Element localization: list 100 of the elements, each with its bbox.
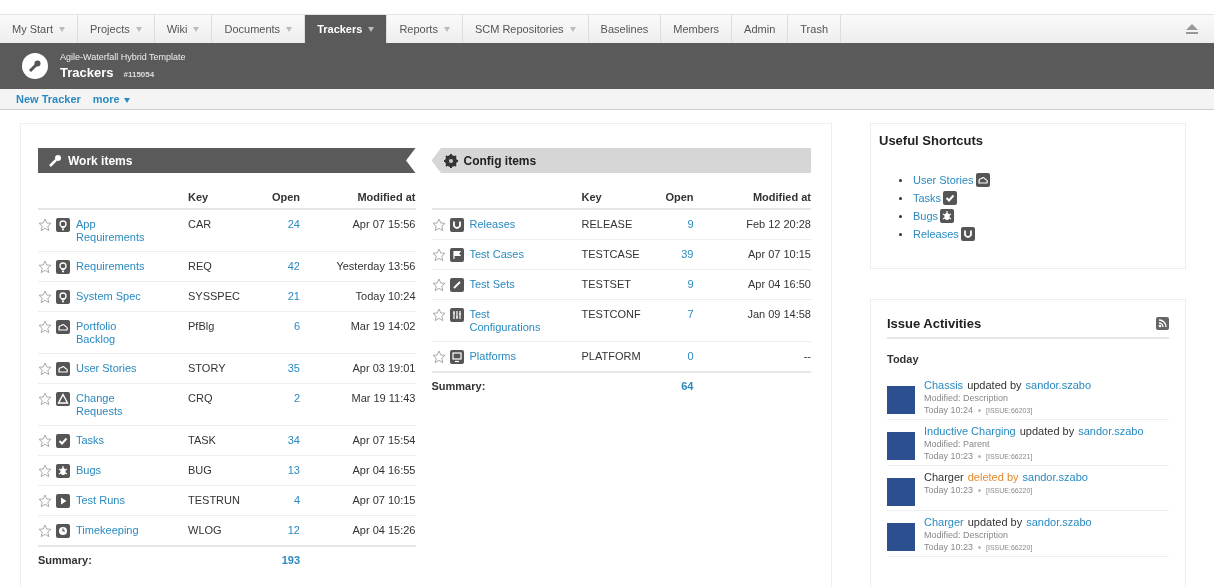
column-header: Open	[271, 191, 300, 203]
tracker-link[interactable]: Test Runs	[74, 494, 148, 507]
user-link[interactable]: sandor.szabo	[1025, 379, 1091, 391]
release-icon	[449, 218, 464, 232]
tracker-link[interactable]: User Stories	[74, 362, 148, 375]
star-icon[interactable]	[431, 308, 446, 322]
separator-dot	[978, 454, 982, 458]
action-link[interactable]: more	[92, 93, 130, 105]
tracker-link[interactable]: Platforms	[467, 350, 542, 363]
star-icon[interactable]	[38, 290, 52, 304]
shortcut-link[interactable]: Tasks	[913, 192, 942, 204]
tracker-link[interactable]: Requirements	[74, 260, 148, 273]
eject-icon[interactable]	[1186, 24, 1198, 34]
tracker-link[interactable]: Change Requests	[74, 392, 148, 418]
action-text: updated by	[967, 379, 1022, 391]
tracker-key: SYSSPEC	[188, 290, 240, 302]
open-count-link[interactable]: 24	[287, 218, 300, 230]
star-icon[interactable]	[38, 392, 52, 406]
action-link[interactable]: New Tracker	[16, 93, 81, 105]
open-count-link[interactable]: 42	[287, 260, 300, 272]
issue-link[interactable]: Chassis	[924, 379, 964, 391]
bulb-icon	[56, 290, 70, 304]
bug-icon	[940, 209, 955, 223]
star-icon[interactable]	[38, 260, 52, 274]
star-icon[interactable]	[38, 320, 52, 334]
open-count-link[interactable]: 21	[287, 290, 300, 302]
tracker-link[interactable]: Test Sets	[467, 278, 542, 291]
open-count-link[interactable]: 35	[287, 362, 300, 374]
play-icon	[56, 494, 70, 508]
avatar-placeholder	[887, 386, 915, 414]
open-count-link[interactable]: 0	[687, 350, 694, 362]
tracker-key: PfBlg	[188, 320, 215, 332]
rss-icon[interactable]	[1156, 317, 1169, 330]
issue-name: Charger	[924, 471, 964, 483]
check-icon	[943, 191, 958, 205]
wrench-logo-icon	[22, 53, 48, 79]
star-icon[interactable]	[38, 464, 52, 478]
open-count-link[interactable]: 9	[687, 218, 694, 230]
project-name: Agile-Waterfall Hybrid Template	[60, 52, 186, 62]
star-icon[interactable]	[431, 278, 446, 292]
open-count-link[interactable]: 34	[287, 434, 300, 446]
open-count-link[interactable]: 4	[293, 494, 300, 506]
open-count-link[interactable]: 6	[293, 320, 300, 332]
activities-title: Issue Activities	[887, 316, 982, 331]
modified-date: Feb 12 20:28	[746, 218, 811, 230]
nav-tab[interactable]: Trackers	[305, 15, 388, 43]
tracker-link[interactable]: System Spec	[74, 290, 148, 303]
open-count-link[interactable]: 12	[287, 524, 300, 536]
open-count-link[interactable]: 39	[681, 248, 694, 260]
user-link[interactable]: sandor.szabo	[1078, 425, 1144, 437]
wrench-icon	[48, 153, 62, 168]
star-icon[interactable]	[38, 218, 52, 232]
summary-count[interactable]: 64	[681, 380, 694, 392]
summary-count[interactable]: 193	[281, 554, 300, 566]
bullet-icon	[899, 232, 902, 236]
separator-dot	[978, 488, 982, 492]
issue-link[interactable]: Charger	[924, 516, 964, 528]
tracker-link[interactable]: Timekeeping	[74, 524, 148, 537]
tracker-key: CRQ	[188, 392, 213, 404]
shortcut-link[interactable]: Releases	[913, 228, 959, 240]
action-text: deleted by	[967, 471, 1019, 483]
user-link[interactable]: sandor.szabo	[1026, 516, 1092, 528]
sliders-icon	[449, 308, 464, 322]
tracker-link[interactable]: App Requirements	[74, 218, 148, 244]
tracker-link[interactable]: Releases	[467, 218, 542, 231]
shortcut-link[interactable]: Bugs	[913, 210, 939, 222]
star-icon[interactable]	[431, 350, 446, 364]
modified-date: Apr 04 15:26	[352, 524, 416, 536]
shortcut-link[interactable]: User Stories	[913, 174, 974, 186]
tracker-link[interactable]: Bugs	[74, 464, 148, 477]
tracker-link[interactable]: Test Cases	[467, 248, 542, 261]
cloud-icon	[56, 362, 70, 376]
tracker-link[interactable]: Tasks	[74, 434, 148, 447]
modified-date: Mar 19 14:02	[350, 320, 416, 332]
issue-link[interactable]: Inductive Charging	[924, 425, 1016, 437]
star-icon[interactable]	[38, 434, 52, 448]
star-icon[interactable]	[38, 524, 52, 538]
user-link[interactable]: sandor.szabo	[1022, 471, 1088, 483]
star-icon[interactable]	[38, 494, 52, 508]
star-icon[interactable]	[431, 248, 446, 262]
open-count-link[interactable]: 13	[287, 464, 300, 476]
star-icon[interactable]	[38, 362, 52, 376]
clock-icon	[56, 524, 70, 538]
section-title: Work items	[68, 153, 133, 168]
gear-icon	[443, 153, 458, 168]
open-count-link[interactable]: 7	[687, 308, 694, 320]
open-count-link[interactable]: 9	[687, 278, 694, 290]
separator-dot	[978, 408, 982, 412]
tracker-link[interactable]: Test Configurations	[467, 308, 542, 334]
change-detail: Modified: Description	[924, 393, 1010, 403]
tracker-link[interactable]: Portfolio Backlog	[74, 320, 148, 346]
bug-icon	[56, 464, 70, 478]
avatar-placeholder	[887, 523, 915, 551]
check-icon	[56, 434, 70, 448]
action-text: updated by	[967, 516, 1023, 528]
action-text: updated by	[1019, 425, 1075, 437]
star-icon[interactable]	[431, 218, 446, 232]
activity-time: Today 10:23	[924, 542, 974, 552]
modified-date: Apr 03 19:01	[352, 362, 416, 374]
open-count-link[interactable]: 2	[293, 392, 300, 404]
